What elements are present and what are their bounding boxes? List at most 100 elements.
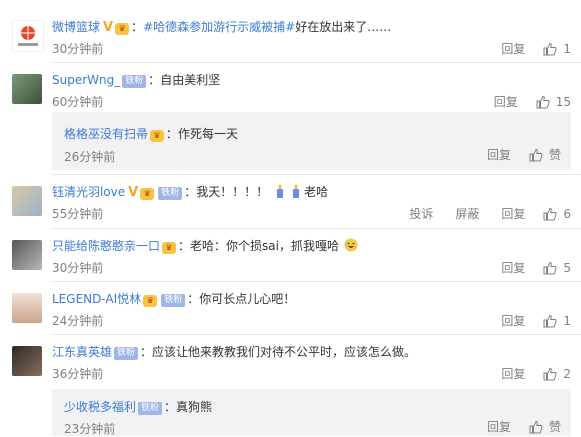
reply-button[interactable]: 回复 — [501, 314, 525, 328]
timestamp: 24分钟前 — [52, 314, 104, 328]
fan-badge: 铁粉 — [114, 347, 139, 360]
thumbs-up-icon — [543, 207, 557, 221]
like-count: 15 — [555, 95, 571, 109]
nested-reply: 格格巫没有扫帚 ♛ ：作死每一天 26分钟前 回复 赞 — [52, 112, 571, 170]
thumbs-up-icon — [543, 367, 557, 381]
avatar[interactable] — [12, 293, 42, 323]
username[interactable]: LEGEND-AI悦林 — [52, 292, 141, 306]
reply-username[interactable]: 格格巫没有扫帚 — [64, 127, 148, 141]
like-button[interactable]: 1 — [543, 42, 571, 56]
reply-timestamp: 26分钟前 — [64, 150, 116, 164]
like-button[interactable]: 1 — [543, 314, 571, 328]
vip-crown-icon: ♛ — [140, 188, 155, 200]
laughing-emoji-icon — [344, 238, 358, 252]
block-button[interactable]: 屏蔽 — [455, 207, 479, 221]
timestamp: 60分钟前 — [52, 95, 104, 109]
username[interactable]: 钰清光羽love — [52, 185, 125, 199]
like-button[interactable]: 2 — [543, 367, 571, 381]
comment-actions: 回复 2 — [479, 367, 571, 381]
timestamp: 30分钟前 — [52, 261, 104, 275]
like-count: 5 — [563, 261, 571, 275]
timestamp: 55分钟前 — [52, 207, 104, 221]
username[interactable]: 只能给陈憨憨亲一口 — [52, 239, 160, 253]
reply-button[interactable]: 回复 — [487, 420, 511, 434]
thumbs-up-icon — [543, 314, 557, 328]
thumbs-up-icon — [529, 420, 543, 434]
username[interactable]: 江东真英雄 — [52, 345, 112, 359]
comment-actions: 回复 5 — [479, 261, 571, 275]
thumbs-up-icon — [543, 42, 557, 56]
timestamp: 36分钟前 — [52, 367, 104, 381]
comment-item: 江东真英雄 铁粉 ：应该让他来教教我们对待不公平时，应该怎么做。 36分钟前 回复 … — [0, 334, 581, 436]
reply-button[interactable]: 回复 — [501, 42, 525, 56]
comment-line: SuperWng_ 铁粉 ：自由美利坚 — [52, 73, 221, 88]
comment-line: LEGEND-AI悦林 ♛ 铁粉 ：你可长点儿心吧！ — [52, 292, 296, 307]
thumbs-up-icon — [543, 261, 557, 275]
reply-button[interactable]: 回复 — [487, 148, 511, 162]
comment-text-suffix: 老哈 — [304, 185, 329, 199]
comment-line: 只能给陈憨憨亲一口 ♛ ：老哈：你个损sai，抓我嘎哈 — [52, 238, 359, 254]
timestamp: 30分钟前 — [52, 42, 104, 56]
like-count: 6 — [563, 207, 571, 221]
comment-text: 好在放出来了…… — [295, 20, 392, 34]
comment-actions: 回复 1 — [479, 42, 571, 56]
like-label: 赞 — [548, 420, 561, 434]
vip-crown-icon: ♛ — [143, 295, 158, 307]
thumbs-up-icon — [529, 148, 543, 162]
comment-text: 自由美利坚 — [160, 73, 221, 87]
hashtag-link[interactable]: #哈德森参加游行示威被捕# — [143, 20, 295, 34]
comment-actions: 投诉 屏蔽 回复 6 — [387, 207, 571, 221]
basketball-logo-icon — [18, 26, 38, 46]
comment-line: 微博篮球 V ♛ ：#哈德森参加游行示威被捕#好在放出来了…… — [52, 20, 392, 35]
avatar[interactable] — [12, 240, 42, 270]
like-label: 赞 — [548, 148, 561, 162]
comment-item: LEGEND-AI悦林 ♛ 铁粉 ：你可长点儿心吧！ 24分钟前 回复 1 — [0, 281, 581, 335]
candle-emoji-icon — [273, 184, 287, 198]
reply-button[interactable]: 回复 — [501, 261, 525, 275]
like-count: 1 — [563, 42, 571, 56]
reply-button[interactable]: 回复 — [494, 95, 518, 109]
like-button[interactable]: 赞 — [529, 148, 561, 162]
comment-text: 你可长点儿心吧！ — [199, 292, 296, 306]
fan-badge: 铁粉 — [158, 187, 183, 200]
like-button[interactable]: 5 — [543, 261, 571, 275]
username[interactable]: SuperWng_ — [52, 73, 120, 87]
like-count: 1 — [563, 314, 571, 328]
comment-feed: 微博篮球 V ♛ ：#哈德森参加游行示威被捕#好在放出来了…… 30分钟前 回复 1 … — [0, 0, 581, 436]
comment-item: 微博篮球 V ♛ ：#哈德森参加游行示威被捕#好在放出来了…… 30分钟前 回复 1 — [0, 0, 581, 60]
vip-crown-icon: ♛ — [162, 242, 177, 254]
comment-line: 钰清光羽love V ♛ 铁粉 ：我天！！！！ 老哈 — [52, 184, 329, 200]
verified-v-icon: V — [103, 20, 114, 35]
avatar[interactable] — [12, 20, 44, 52]
fan-badge: 铁粉 — [138, 402, 163, 415]
comment-line: 江东真英雄 铁粉 ：应该让他来教教我们对待不公平时，应该怎么做。 — [52, 345, 417, 360]
reply-text: 作死每一天 — [178, 127, 239, 141]
comment-text: 应该让他来教教我们对待不公平时，应该怎么做。 — [152, 345, 417, 359]
avatar[interactable] — [12, 74, 42, 104]
verified-v-icon: V — [128, 185, 139, 200]
reply-line: 格格巫没有扫帚 ♛ ：作死每一天 — [64, 127, 239, 142]
like-button[interactable]: 赞 — [529, 420, 561, 434]
comment-actions: 回复 15 — [472, 95, 571, 109]
like-button[interactable]: 6 — [543, 207, 571, 221]
vip-crown-icon: ♛ — [150, 130, 165, 142]
candle-emoji-icon — [289, 184, 303, 198]
reply-text: 真狗熊 — [176, 400, 213, 414]
reply-timestamp: 23分钟前 — [64, 422, 116, 436]
reply-actions: 回复 赞 — [465, 148, 561, 162]
fan-badge: 铁粉 — [161, 294, 186, 307]
reply-actions: 回复 赞 — [465, 420, 561, 434]
reply-button[interactable]: 回复 — [501, 207, 525, 221]
reply-button[interactable]: 回复 — [501, 367, 525, 381]
like-count: 2 — [563, 367, 571, 381]
like-button[interactable]: 15 — [536, 95, 571, 109]
report-button[interactable]: 投诉 — [409, 207, 433, 221]
username[interactable]: 微博篮球 — [52, 20, 100, 34]
comment-item: 钰清光羽love V ♛ 铁粉 ：我天！！！！ 老哈 55分钟前 投诉 屏蔽 回复 6 — [0, 174, 581, 228]
avatar[interactable] — [12, 186, 42, 216]
reply-username[interactable]: 少收税多福利 — [64, 400, 136, 414]
comment-item: 只能给陈憨憨亲一口 ♛ ：老哈：你个损sai，抓我嘎哈 30分钟前 回复 5 — [0, 228, 581, 282]
nested-reply: 少收税多福利 铁粉 ：真狗熊 23分钟前 回复 赞 — [52, 389, 571, 436]
comment-text: 老哈：你个损sai，抓我嘎哈 — [190, 239, 339, 253]
avatar[interactable] — [12, 346, 42, 376]
